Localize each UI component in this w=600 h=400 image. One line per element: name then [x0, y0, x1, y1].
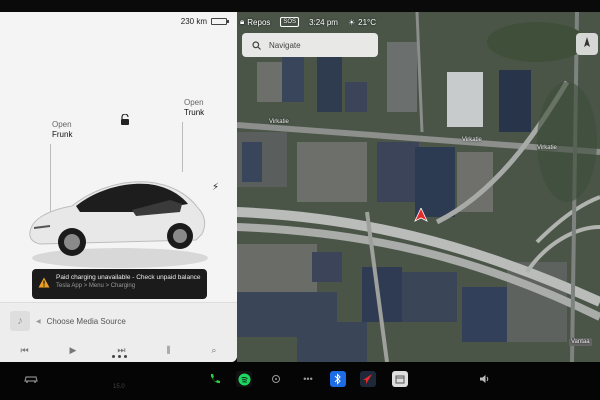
status-bar: 🔒︎ Repos SOS 3:24 pm ☀ 21°C: [240, 14, 376, 30]
car-image: [20, 160, 220, 270]
lock-status-icon: 🔒︎: [240, 17, 245, 26]
charging-alert[interactable]: Paid charging unavailable - Check unpaid…: [32, 269, 207, 299]
page-dots: [112, 355, 127, 358]
battery-icon: [211, 18, 229, 25]
more-icon[interactable]: •••: [300, 371, 316, 387]
street-label: Virkatie: [462, 137, 482, 143]
range-indicator: 230 km: [180, 17, 229, 26]
time-text: 3:24 pm: [309, 17, 338, 27]
search-media-icon[interactable]: ⌕: [211, 345, 216, 356]
map-badge: Vantaa: [569, 338, 592, 346]
bottom-bar: •••: [0, 362, 600, 400]
spotify-icon[interactable]: [236, 371, 252, 387]
car-icon[interactable]: [22, 371, 40, 387]
navigate-placeholder: Navigate: [269, 40, 301, 50]
warning-icon: [38, 277, 50, 288]
weather-indicator: ☀ 21°C: [348, 18, 376, 27]
chevron-left-icon: ◀: [36, 318, 41, 325]
trunk-state: Open: [184, 98, 204, 107]
play-icon[interactable]: ▶: [69, 345, 76, 356]
search-icon: [252, 40, 261, 50]
media-source-label: Choose Media Source: [46, 316, 126, 326]
alert-subtitle: Tesla App > Menu > Charging: [56, 283, 136, 289]
mode-text: Repos: [247, 17, 271, 27]
left-temperature[interactable]: 15.0: [113, 384, 125, 390]
temp-text: 21°C: [358, 17, 377, 27]
range-text: 230 km: [180, 17, 207, 26]
previous-track-icon[interactable]: ⏮: [20, 345, 28, 356]
bluetooth-icon[interactable]: [330, 371, 346, 387]
mode-indicator: 🔒︎ Repos: [240, 17, 270, 27]
map-view[interactable]: Virkatie Virkatie Virkatie Vantaa: [237, 12, 600, 362]
frunk-state: Open: [52, 120, 72, 129]
music-note-icon: ♪: [10, 311, 30, 331]
street-label: Virkatie: [269, 119, 289, 125]
alert-title: Paid charging unavailable - Check unpaid…: [56, 274, 201, 281]
camera-icon[interactable]: [268, 371, 284, 387]
media-player: ♪ ◀ Choose Media Source ⏮ ▶ ⏭ ⫼ ⌕: [0, 302, 237, 362]
trunk-label: Trunk: [184, 108, 205, 117]
frunk-button[interactable]: Open Frunk: [52, 120, 72, 140]
lock-icon[interactable]: [120, 114, 130, 125]
navigate-search[interactable]: Navigate: [242, 33, 378, 57]
media-source-row[interactable]: ♪ ◀ Choose Media Source: [10, 311, 126, 331]
sun-icon: ☀: [347, 17, 356, 27]
navigation-arrow-icon: [414, 208, 428, 222]
compass-button[interactable]: [576, 33, 598, 55]
navigation-icon[interactable]: [360, 371, 376, 387]
sos-chip: SOS: [280, 17, 300, 27]
compass-icon: [584, 37, 590, 47]
street-label: Virkatie: [537, 145, 557, 151]
calendar-icon[interactable]: [392, 371, 408, 387]
trunk-button[interactable]: Open Trunk: [184, 98, 204, 118]
bolt-icon: ⚡: [212, 182, 220, 193]
frunk-label: Frunk: [52, 130, 73, 139]
volume-icon[interactable]: [477, 371, 493, 387]
equalizer-icon[interactable]: ⫼: [166, 345, 170, 356]
tesla-screen: 230 km Open Frunk Open Trunk ⚡ Paid char…: [0, 0, 600, 400]
phone-icon[interactable]: [207, 371, 223, 387]
car-panel: 230 km Open Frunk Open Trunk ⚡ Paid char…: [0, 12, 237, 362]
